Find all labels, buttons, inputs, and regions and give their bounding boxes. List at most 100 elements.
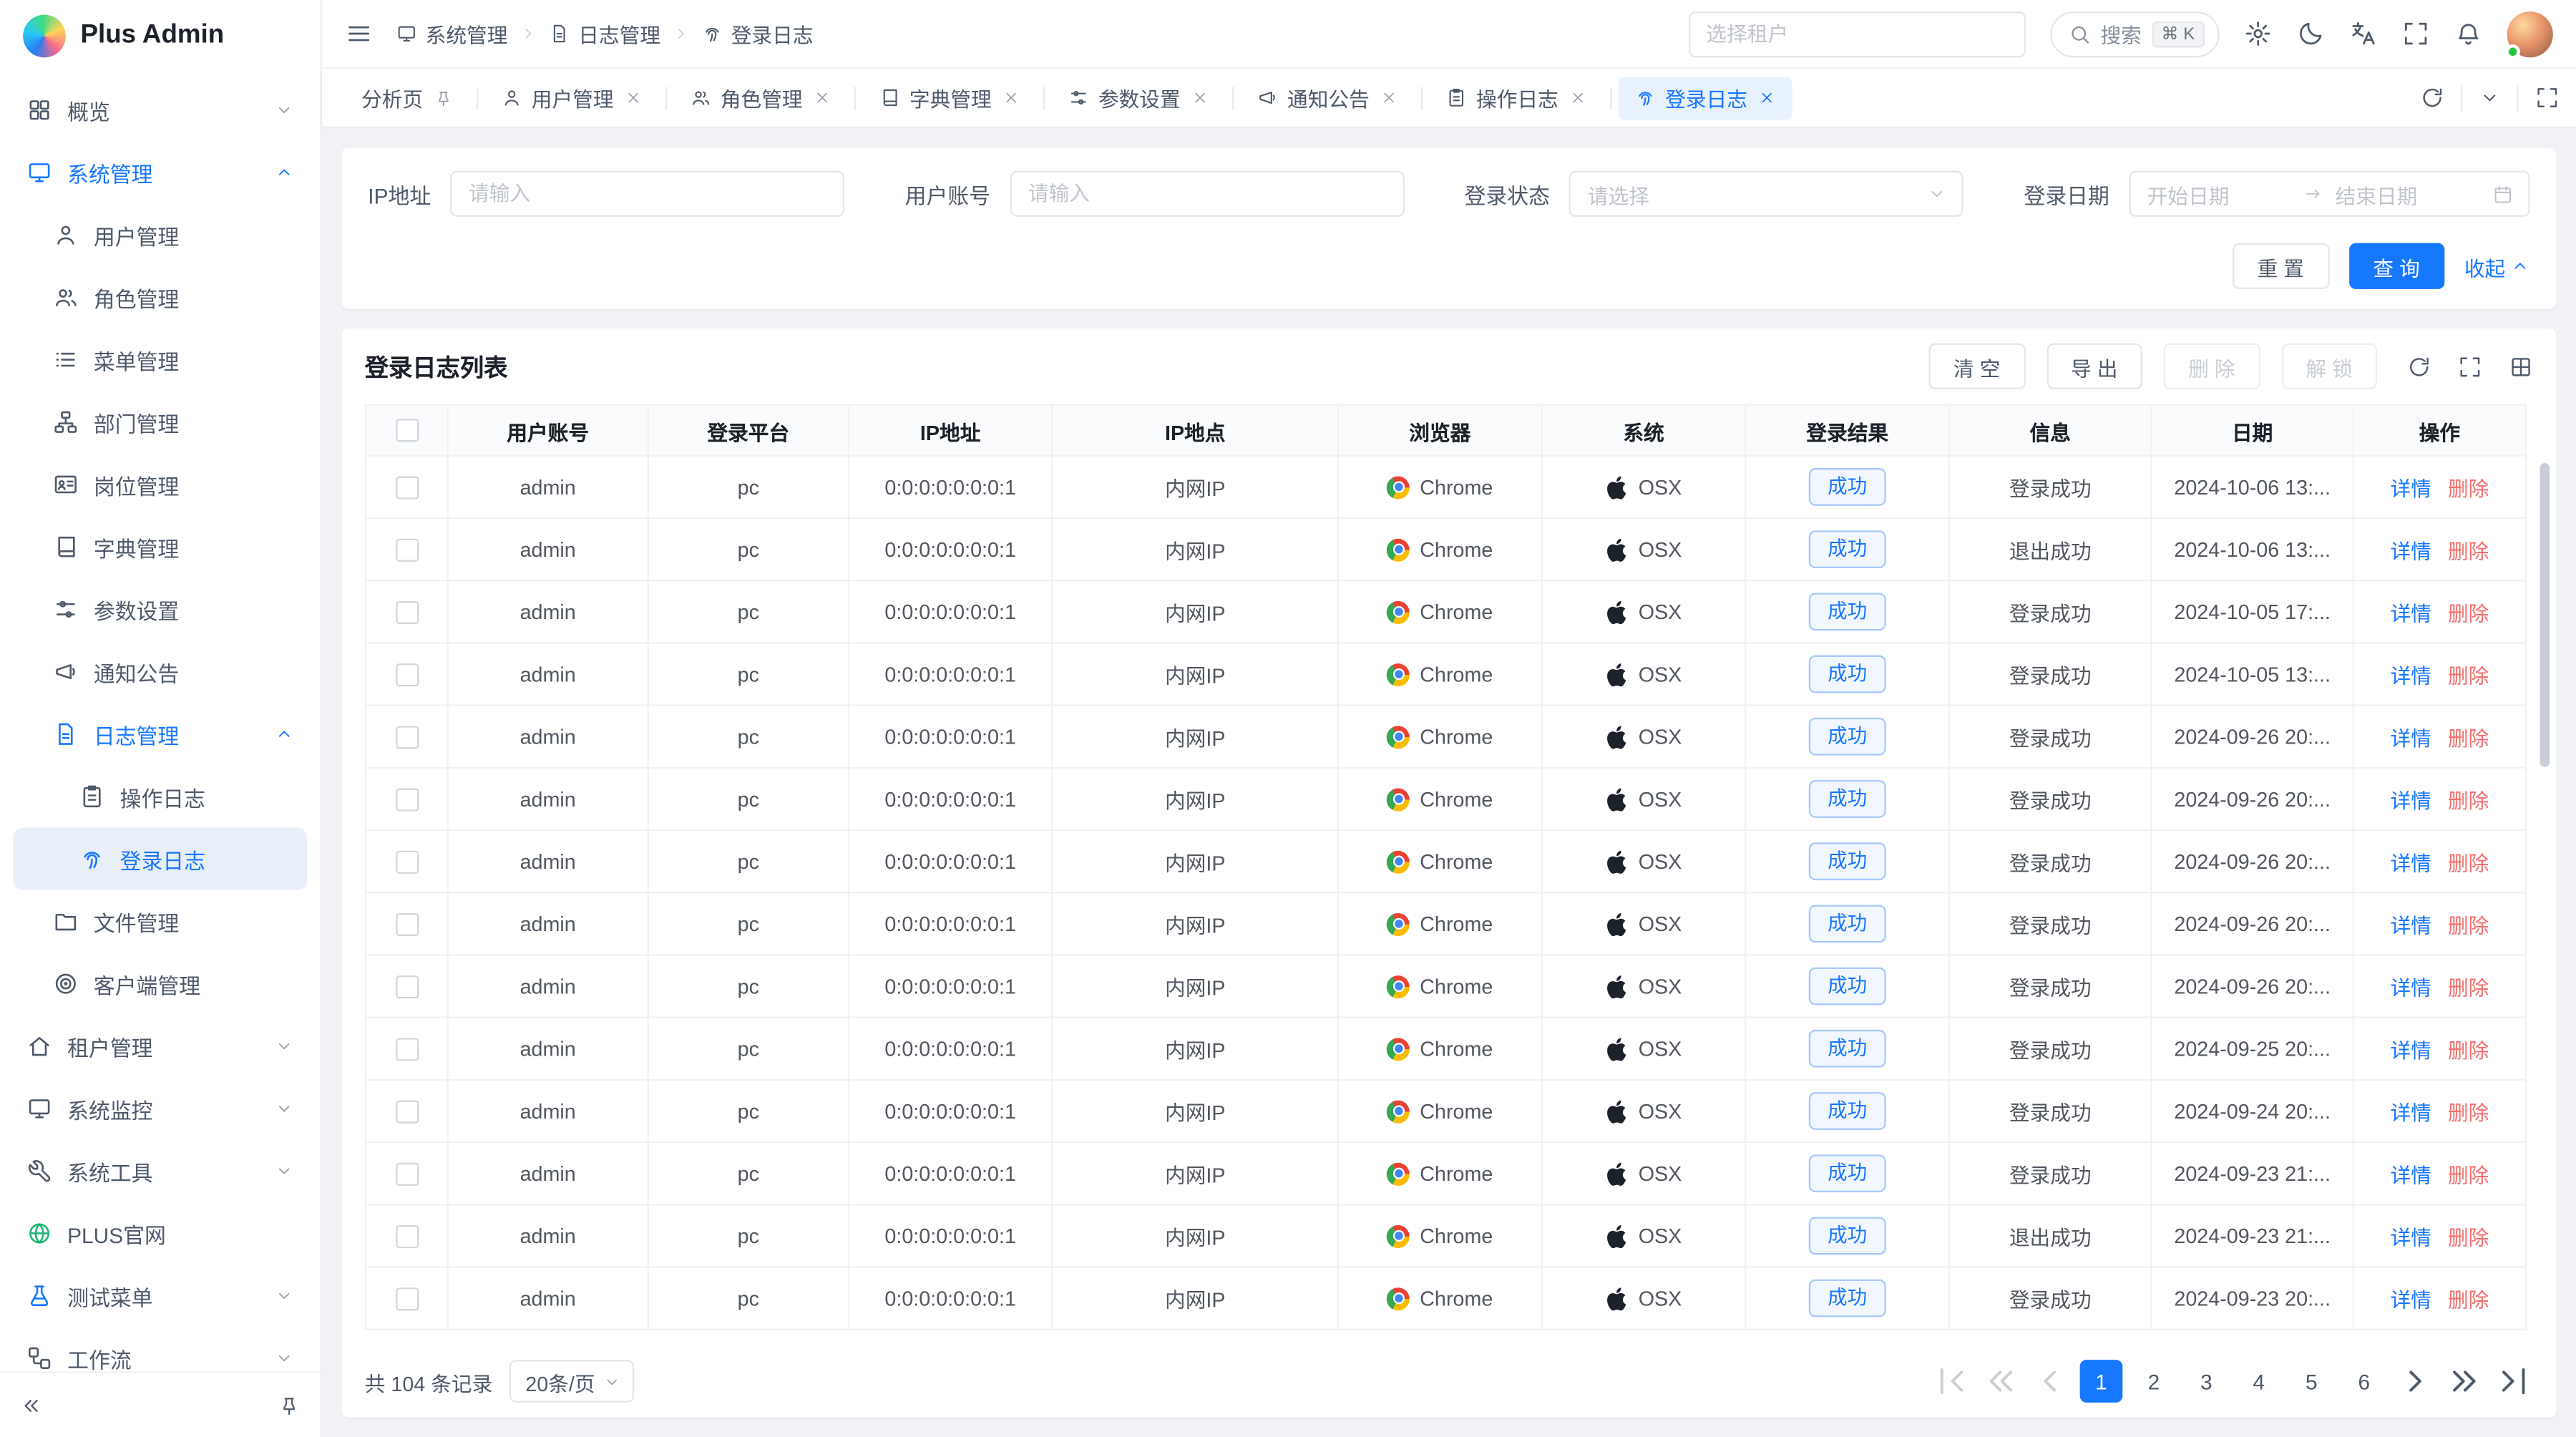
delete-button[interactable]: 删 除 — [2164, 344, 2260, 389]
tenant-input[interactable] — [1688, 11, 2025, 57]
detail-link[interactable]: 详情 — [2390, 1102, 2431, 1125]
sidebar-item-test-menu[interactable]: 测试菜单 — [13, 1265, 307, 1327]
close-icon[interactable] — [1568, 89, 1586, 107]
tab-param-settings[interactable]: 参数设置 — [1050, 77, 1224, 120]
page-button-5[interactable]: 5 — [2290, 1360, 2333, 1403]
avatar[interactable] — [2507, 11, 2553, 57]
tab-user-mgmt[interactable]: 用户管理 — [484, 77, 658, 120]
pin-icon[interactable] — [433, 88, 453, 108]
sidebar-item-param-settings[interactable]: 参数设置 — [13, 578, 307, 640]
delete-link[interactable]: 删除 — [2448, 603, 2489, 625]
login-status-select[interactable]: 请选择 — [1570, 171, 1964, 217]
detail-link[interactable]: 详情 — [2390, 728, 2431, 751]
breadcrumb-log-mgmt[interactable]: 日志管理 — [549, 18, 660, 49]
detail-link[interactable]: 详情 — [2390, 1289, 2431, 1312]
delete-link[interactable]: 删除 — [2448, 790, 2489, 813]
row-checkbox[interactable] — [395, 1100, 418, 1123]
sidebar-item-file-mgmt[interactable]: 文件管理 — [13, 890, 307, 953]
clear-button[interactable]: 清 空 — [1929, 344, 2025, 389]
tab-analysis[interactable]: 分析页 — [345, 77, 469, 120]
collapse-filter-button[interactable]: 收起 — [2464, 250, 2530, 282]
page-button-4[interactable]: 4 — [2238, 1360, 2280, 1403]
export-button[interactable]: 导 出 — [2046, 344, 2142, 389]
last-page-icon[interactable] — [2494, 1361, 2533, 1401]
detail-link[interactable]: 详情 — [2390, 603, 2431, 625]
sidebar-item-tenant-mgmt[interactable]: 租户管理 — [13, 1015, 307, 1077]
column-settings-icon[interactable] — [2509, 354, 2533, 379]
page-button-1[interactable]: 1 — [2080, 1360, 2123, 1403]
dark-mode-icon[interactable] — [2297, 20, 2325, 48]
sidebar-item-post-mgmt[interactable]: 岗位管理 — [13, 453, 307, 515]
sidebar-item-dept-mgmt[interactable]: 部门管理 — [13, 391, 307, 453]
delete-link[interactable]: 删除 — [2448, 665, 2489, 688]
breadcrumb-system-mgmt[interactable]: 系统管理 — [396, 18, 507, 49]
row-checkbox[interactable] — [395, 663, 418, 686]
translate-icon[interactable] — [2349, 20, 2377, 48]
tab-login-log[interactable]: 登录日志 — [1618, 77, 1792, 120]
sidebar-item-menu-mgmt[interactable]: 菜单管理 — [13, 328, 307, 391]
row-checkbox[interactable] — [395, 975, 418, 998]
tab-options-chevron-icon[interactable] — [2479, 87, 2501, 109]
close-icon[interactable] — [1191, 89, 1209, 107]
prev-page-icon[interactable] — [2031, 1361, 2070, 1401]
close-icon[interactable] — [812, 89, 830, 107]
sidebar-item-plus-site[interactable]: PLUS官网 — [13, 1202, 307, 1265]
account-input[interactable] — [1010, 171, 1405, 217]
sidebar-item-operation-log[interactable]: 操作日志 — [13, 765, 307, 827]
close-icon[interactable] — [1757, 89, 1775, 107]
delete-link[interactable]: 删除 — [2448, 540, 2489, 563]
delete-link[interactable]: 删除 — [2448, 478, 2489, 501]
row-checkbox[interactable] — [395, 1162, 418, 1185]
sidebar-item-workflow[interactable]: 工作流 — [13, 1327, 307, 1371]
pin-sidebar-icon[interactable] — [278, 1393, 301, 1416]
page-size-select[interactable]: 20条/页 — [509, 1360, 633, 1403]
maximize-content-icon[interactable] — [2535, 85, 2560, 109]
delete-link[interactable]: 删除 — [2448, 1289, 2489, 1312]
notifications-icon[interactable] — [2454, 20, 2482, 48]
detail-link[interactable]: 详情 — [2390, 665, 2431, 688]
detail-link[interactable]: 详情 — [2390, 1040, 2431, 1063]
detail-link[interactable]: 详情 — [2390, 1164, 2431, 1187]
row-checkbox[interactable] — [395, 726, 418, 749]
table-scrollbar-thumb[interactable] — [2540, 463, 2550, 767]
close-icon[interactable] — [623, 89, 641, 107]
sidebar-item-notice[interactable]: 通知公告 — [13, 640, 307, 703]
delete-link[interactable]: 删除 — [2448, 977, 2489, 1000]
page-button-3[interactable]: 3 — [2185, 1360, 2228, 1403]
page-button-6[interactable]: 6 — [2343, 1360, 2386, 1403]
delete-link[interactable]: 删除 — [2448, 1227, 2489, 1250]
fullscreen-table-icon[interactable] — [2458, 354, 2482, 379]
sidebar-item-client-mgmt[interactable]: 客户端管理 — [13, 953, 307, 1015]
jump-back-icon[interactable] — [1981, 1361, 2021, 1401]
row-checkbox[interactable] — [395, 788, 418, 811]
sidebar-item-user-mgmt[interactable]: 用户管理 — [13, 204, 307, 266]
fullscreen-icon[interactable] — [2402, 20, 2430, 48]
ip-input[interactable] — [451, 171, 845, 217]
select-all-checkbox[interactable] — [395, 419, 418, 442]
tab-notice[interactable]: 通知公告 — [1239, 77, 1413, 120]
delete-link[interactable]: 删除 — [2448, 852, 2489, 875]
sidebar-item-overview[interactable]: 概览 — [13, 79, 307, 141]
row-checkbox[interactable] — [395, 1225, 418, 1248]
unlock-button[interactable]: 解 锁 — [2281, 344, 2377, 389]
reset-button[interactable]: 重 置 — [2233, 243, 2328, 289]
logo-row[interactable]: Plus Admin — [0, 0, 321, 72]
detail-link[interactable]: 详情 — [2390, 977, 2431, 1000]
first-page-icon[interactable] — [1932, 1361, 1971, 1401]
detail-link[interactable]: 详情 — [2390, 1227, 2431, 1250]
delete-link[interactable]: 删除 — [2448, 728, 2489, 751]
delete-link[interactable]: 删除 — [2448, 1102, 2489, 1125]
next-page-icon[interactable] — [2395, 1361, 2434, 1401]
row-checkbox[interactable] — [395, 601, 418, 624]
row-checkbox[interactable] — [395, 850, 418, 873]
jump-forward-icon[interactable] — [2444, 1361, 2484, 1401]
tab-dict-mgmt[interactable]: 字典管理 — [862, 77, 1035, 120]
sidebar-item-system-monitor[interactable]: 系统监控 — [13, 1077, 307, 1139]
detail-link[interactable]: 详情 — [2390, 540, 2431, 563]
refresh-table-icon[interactable] — [2406, 354, 2431, 379]
close-icon[interactable] — [1380, 89, 1397, 107]
sidebar-item-system-tools[interactable]: 系统工具 — [13, 1140, 307, 1202]
tab-role-mgmt[interactable]: 角色管理 — [673, 77, 847, 120]
sidebar-item-log-mgmt[interactable]: 日志管理 — [13, 703, 307, 765]
detail-link[interactable]: 详情 — [2390, 790, 2431, 813]
